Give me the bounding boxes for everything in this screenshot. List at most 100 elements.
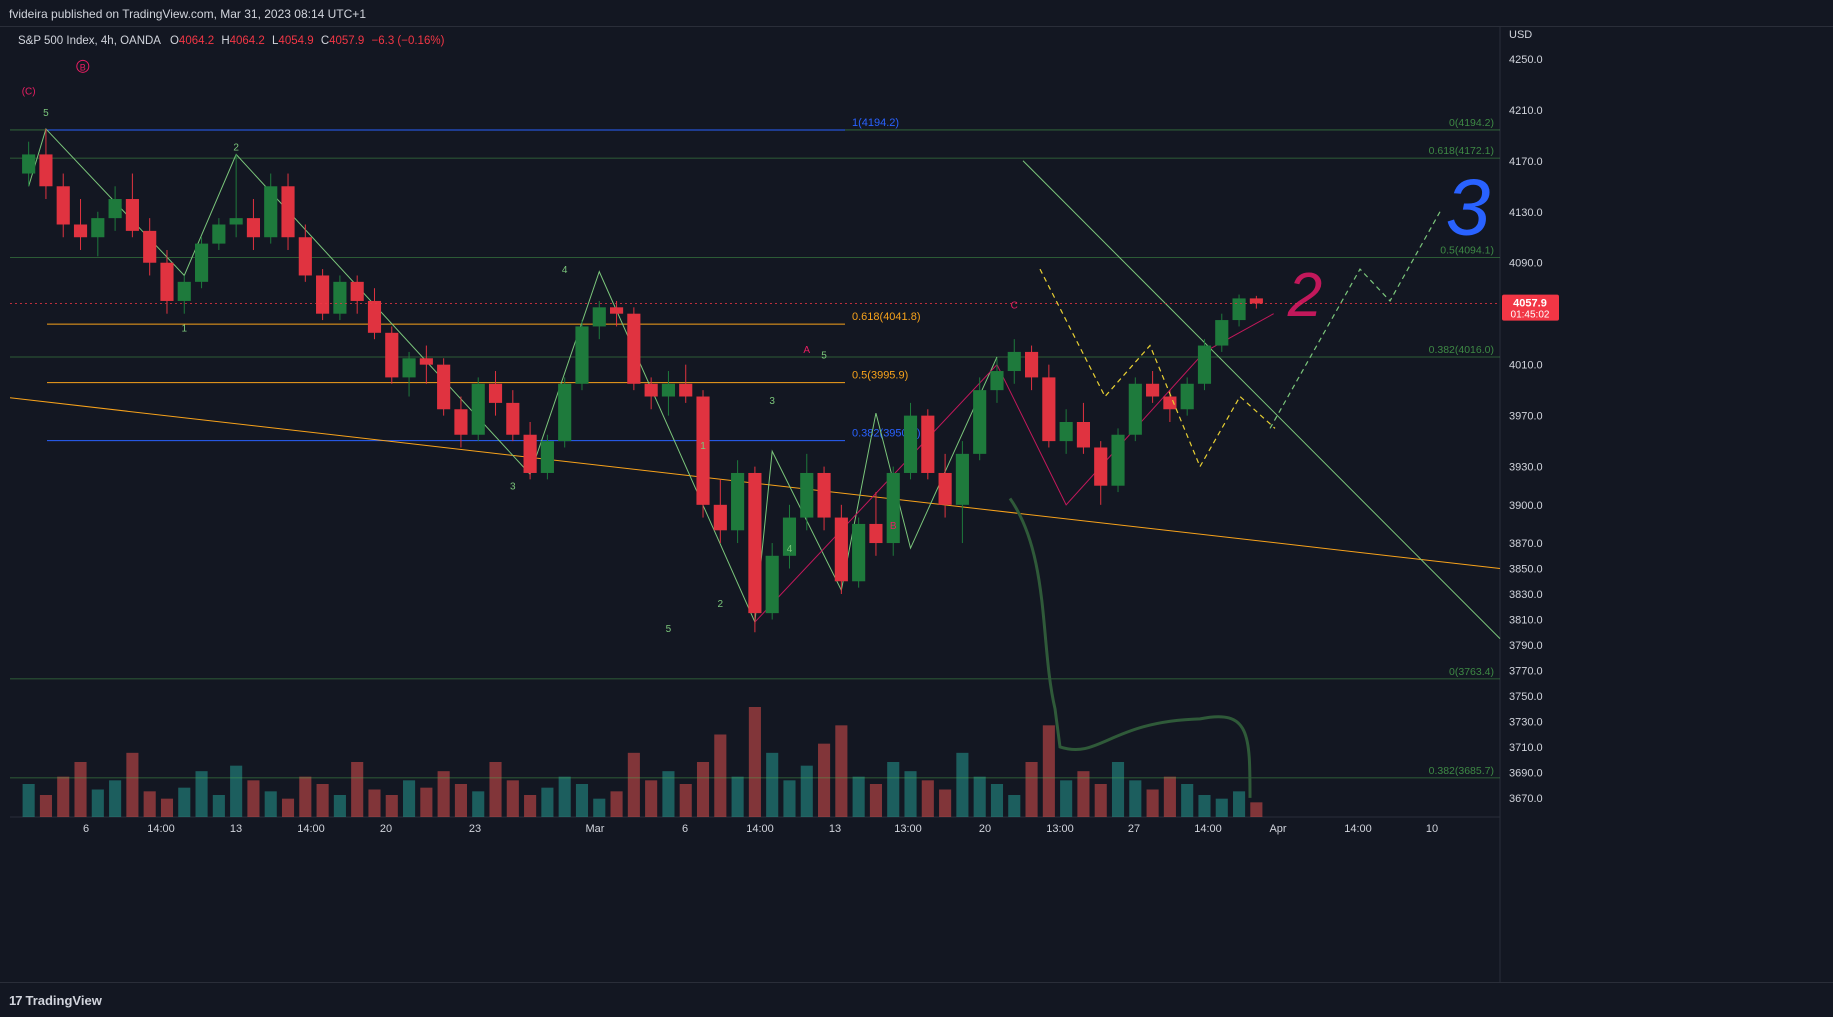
fib-label-right: 0.618(4172.1)	[1429, 145, 1494, 157]
candle-body	[39, 154, 53, 187]
volume-bar	[627, 752, 640, 817]
change-value: −6.3 (−0.16%)	[371, 35, 445, 47]
wave-label: 3	[769, 396, 775, 407]
candle-body	[852, 523, 866, 582]
volume-bar	[126, 752, 139, 817]
annotation-wave-2: 2	[1287, 261, 1322, 330]
volume-bar	[299, 776, 312, 817]
candle-body	[1146, 383, 1160, 397]
volume-bar	[973, 776, 986, 817]
volume-bar	[956, 752, 969, 817]
price-tick-label: 3710.0	[1509, 742, 1543, 754]
volume-bar	[281, 798, 295, 817]
time-tick-label: 27	[1128, 823, 1140, 835]
volume-bar	[368, 789, 381, 817]
price-tick-label: 3750.0	[1509, 691, 1543, 703]
volume-bar	[247, 780, 260, 817]
volume-bar	[610, 791, 623, 817]
fib-label-left: 0.5(3995.9)	[852, 370, 908, 382]
wave-label: 2	[718, 599, 724, 610]
candle-body	[264, 186, 278, 238]
candle-body	[644, 383, 658, 397]
candle-body	[1163, 396, 1177, 410]
chart-area[interactable]: 0(4194.2) 0.618(4172.1) 0.5(4094.1) 0.382(4…	[10, 27, 1833, 982]
price-tick-label: 4210.0	[1509, 105, 1543, 117]
high-value: 4064.2	[229, 35, 265, 47]
time-tick-label: 13:00	[894, 823, 922, 835]
time-tick-label: Apr	[1269, 823, 1286, 835]
wave-label: 5	[43, 108, 49, 119]
tradingview-logo[interactable]: 17 TradingView	[9, 993, 102, 1008]
chart-background	[10, 27, 1833, 982]
candle-body	[73, 224, 88, 238]
wave-label: 4	[787, 544, 793, 555]
price-tick-label: 3870.0	[1509, 538, 1543, 550]
fib-label-right: 0.382(3685.7)	[1429, 765, 1494, 777]
brand-name: TradingView	[25, 993, 102, 1008]
volume-bar	[731, 776, 744, 817]
volume-bar	[39, 795, 52, 817]
publish-header: fvideira published on TradingView.com, M…	[0, 0, 1833, 27]
candle-body	[212, 224, 226, 244]
volume-bar	[1025, 762, 1038, 817]
volume-bar	[1042, 725, 1055, 817]
volume-bar	[593, 798, 606, 817]
candle-body	[437, 364, 451, 410]
volume-bar	[1129, 780, 1142, 817]
volume-bar	[351, 762, 364, 817]
candle-body	[800, 472, 814, 518]
candle-body	[1197, 345, 1212, 384]
price-tick-label: 3790.0	[1509, 640, 1543, 652]
candle-body	[385, 332, 399, 378]
candle-body	[765, 555, 779, 614]
volume-bar	[990, 784, 1004, 817]
volume-bar	[264, 791, 277, 817]
wave-label: B	[80, 62, 86, 72]
volume-bar	[74, 762, 87, 817]
countdown-timer: 01:45:02	[1511, 310, 1550, 321]
volume-bar	[696, 762, 710, 817]
wave-label: 1	[700, 441, 706, 452]
price-tick-label: 3970.0	[1509, 411, 1543, 423]
volume-bar	[783, 780, 796, 817]
price-tick-label: 4090.0	[1509, 258, 1543, 270]
price-chart[interactable]: 0(4194.2)0.618(4172.1)0.5(4094.1)0.382(4…	[10, 27, 1833, 982]
wave-label: 1	[181, 324, 187, 335]
wave-label: A	[803, 345, 810, 356]
publish-info: fvideira published on TradingView.com, M…	[9, 7, 366, 21]
symbol-legend: S&P 500 Index, 4h, OANDA O4064.2 H4064.2…	[18, 35, 448, 47]
volume-bar	[1198, 795, 1211, 817]
candle-body	[419, 358, 433, 365]
candle-body	[488, 383, 503, 403]
open-value: 4064.2	[178, 35, 215, 47]
volume-bar	[818, 743, 831, 817]
candle-body	[1094, 447, 1108, 486]
fib-label-right: 0(4194.2)	[1449, 117, 1494, 129]
wave-label: 4	[562, 265, 568, 276]
volume-bar	[714, 734, 727, 817]
volume-bar	[454, 784, 467, 817]
candle-body	[558, 383, 572, 442]
candle-body	[1180, 383, 1194, 410]
time-tick-label: 20	[979, 823, 991, 835]
price-tick-label: 3770.0	[1509, 665, 1543, 677]
fib-label-left: 1(4194.2)	[852, 117, 899, 129]
price-tick-label: 4250.0	[1509, 54, 1543, 66]
price-tick-label: 3930.0	[1509, 462, 1543, 474]
wave-label: 5	[821, 350, 827, 361]
candle-body	[1128, 383, 1142, 435]
close-value: 4057.9	[329, 35, 365, 47]
time-tick-label: 14:00	[297, 823, 325, 835]
time-tick-label: 13	[829, 823, 841, 835]
footer-bar: 17 TradingView	[0, 982, 1833, 1017]
candle-body	[1249, 298, 1263, 304]
wave-label: 5	[666, 624, 672, 635]
candle-body	[540, 441, 554, 473]
symbol-name[interactable]: S&P 500 Index, 4h, OANDA	[18, 35, 160, 47]
volume-bar	[645, 780, 658, 817]
close-label: C	[320, 35, 330, 47]
last-price-value: 4057.9	[1513, 298, 1547, 310]
time-tick-label: 14:00	[1194, 823, 1222, 835]
candle-body	[160, 262, 174, 301]
volume-bar	[420, 787, 433, 817]
